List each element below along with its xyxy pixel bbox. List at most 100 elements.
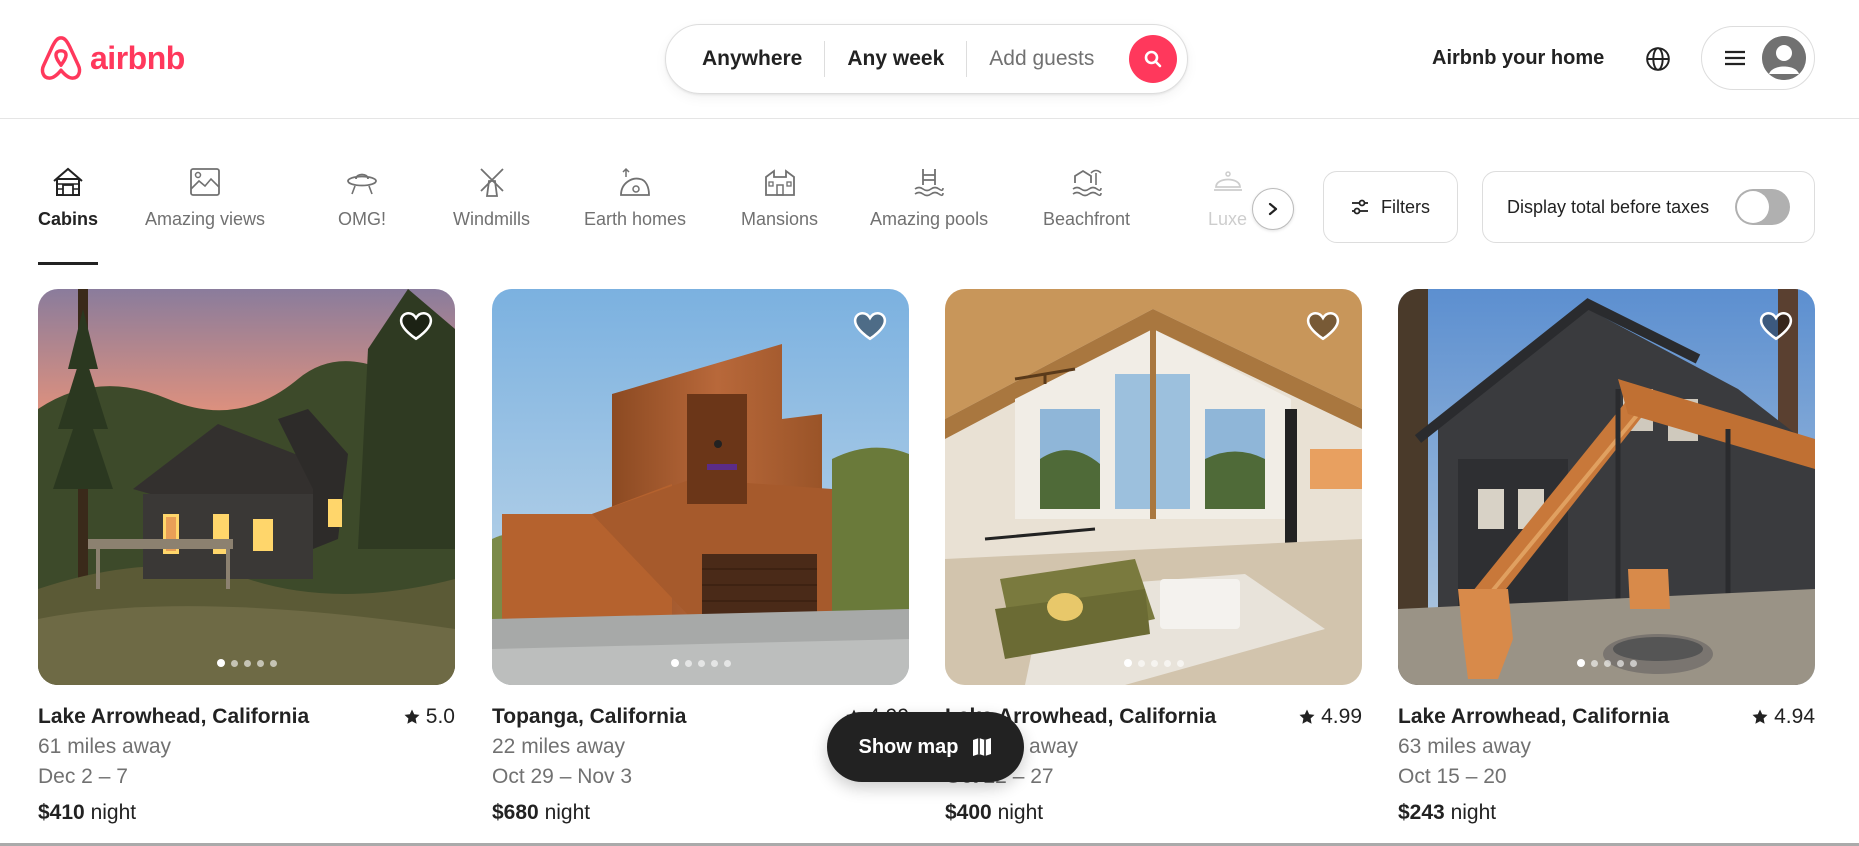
airbnb-your-home-link[interactable]: Airbnb your home: [1432, 47, 1604, 70]
photo-dots: [945, 659, 1362, 667]
search-who[interactable]: Add guests: [967, 47, 1116, 71]
airbnb-logo[interactable]: airbnb: [38, 33, 185, 83]
language-button[interactable]: [1645, 46, 1671, 77]
listing-card[interactable]: Lake Arrowhead, California 4.94 63 miles…: [1398, 289, 1815, 825]
category-cabins[interactable]: Cabins: [38, 165, 99, 265]
ufo-icon: [347, 173, 377, 195]
cabin-icon: [53, 167, 83, 196]
amazing-views-icon: [190, 168, 220, 196]
favorite-button[interactable]: [1759, 311, 1793, 341]
category-label: Amazing pools: [870, 209, 989, 229]
airbnb-logo-icon: [40, 36, 82, 80]
price-unit: night: [90, 801, 137, 824]
categories-next-button[interactable]: [1252, 188, 1294, 230]
category-label: Mansions: [741, 209, 819, 229]
category-mansions[interactable]: Mansions: [741, 165, 818, 230]
listing-rating: 4.94: [1752, 705, 1815, 729]
avatar-icon: [1762, 36, 1806, 80]
show-map-button[interactable]: Show map: [827, 712, 1024, 782]
category-omg[interactable]: OMG!: [338, 165, 386, 230]
photo-dots: [492, 659, 909, 667]
favorite-button[interactable]: [853, 311, 887, 341]
listing-dates: Dec 2 – 7: [38, 765, 128, 788]
mansion-icon: [764, 169, 795, 196]
pool-icon: [914, 169, 944, 197]
category-label: Amazing views: [145, 209, 266, 229]
favorite-button[interactable]: [1306, 311, 1340, 341]
photo-dots: [1398, 659, 1815, 667]
earth-home-icon: [620, 167, 650, 196]
category-amazing-views[interactable]: Amazing views: [145, 165, 265, 230]
price-amount: $410: [38, 801, 85, 824]
listing-price: $400 night: [945, 801, 1362, 825]
category-windmills[interactable]: Windmills: [453, 165, 530, 230]
listing-card[interactable]: Lake Arrowhead, California 5.0 61 miles …: [38, 289, 455, 825]
listing-photo[interactable]: [945, 289, 1362, 685]
sliders-icon: [1352, 199, 1368, 215]
photo-dots: [38, 659, 455, 667]
user-menu-button[interactable]: [1701, 26, 1815, 90]
listing-distance: 61 miles away: [38, 735, 172, 758]
heart-icon: [399, 311, 433, 341]
price-unit: night: [1450, 801, 1497, 824]
rating-value: 4.99: [1321, 705, 1362, 728]
star-icon: [1299, 709, 1315, 724]
brand-name: airbnb: [90, 39, 185, 76]
category-label: Earth homes: [584, 209, 687, 229]
rating-value: 5.0: [425, 705, 455, 728]
price-amount: $400: [945, 801, 992, 824]
heart-icon: [1759, 311, 1793, 341]
category-beachfront[interactable]: Beachfront: [1043, 165, 1130, 230]
listing-photo[interactable]: [38, 289, 455, 685]
listing-photo[interactable]: [492, 289, 909, 685]
search-icon: [1144, 50, 1162, 68]
listing-photo[interactable]: [1398, 289, 1815, 685]
show-map-label: Show map: [858, 735, 959, 758]
search-button[interactable]: [1129, 35, 1177, 83]
globe-icon: [1646, 47, 1670, 71]
category-label: Luxe: [1208, 209, 1248, 229]
listing-rating: 5.0: [404, 705, 455, 729]
category-luxe[interactable]: Luxe: [1208, 165, 1247, 230]
rating-value: 4.94: [1774, 705, 1815, 728]
cabin-photo: [38, 289, 455, 685]
heart-icon: [853, 311, 887, 341]
listing-dates: Oct 15 – 20: [1398, 765, 1507, 788]
star-icon: [1752, 709, 1768, 724]
listing-price: $410 night: [38, 801, 455, 825]
display-total-switch[interactable]: [1735, 189, 1790, 225]
price-amount: $243: [1398, 801, 1445, 824]
display-total-label: Display total before taxes: [1507, 196, 1710, 217]
category-amazing-pools[interactable]: Amazing pools: [870, 165, 988, 230]
category-label: OMG!: [338, 209, 386, 229]
filters-label: Filters: [1381, 196, 1430, 217]
chevron-right-icon: [1268, 202, 1278, 216]
heart-icon: [1306, 311, 1340, 341]
listing-distance: 63 miles away: [1398, 735, 1532, 758]
category-bar: Cabins Amazing views OMG! Windmills Eart…: [0, 165, 1290, 265]
avatar: [1762, 36, 1806, 80]
star-icon: [404, 709, 420, 724]
search-bar[interactable]: Anywhere Any week Add guests: [665, 24, 1188, 94]
price-unit: night: [997, 801, 1044, 824]
search-when[interactable]: Any week: [825, 47, 966, 71]
beachfront-icon: [1072, 169, 1102, 197]
search-where[interactable]: Anywhere: [666, 47, 824, 71]
interior-photo: [945, 289, 1362, 685]
category-label: Cabins: [38, 209, 99, 229]
category-earth-homes[interactable]: Earth homes: [584, 165, 686, 230]
favorite-button[interactable]: [399, 311, 433, 341]
listing-price: $680 night: [492, 801, 909, 825]
listing-location: Lake Arrowhead, California: [38, 705, 310, 728]
category-label: Beachfront: [1043, 209, 1131, 229]
hamburger-icon: [1725, 50, 1745, 66]
luxe-icon: [1213, 171, 1242, 191]
modern-house-photo: [492, 289, 909, 685]
filters-button[interactable]: Filters: [1323, 171, 1458, 243]
listing-rating: 4.99: [1299, 705, 1362, 729]
listing-price: $243 night: [1398, 801, 1815, 825]
price-unit: night: [544, 801, 591, 824]
display-total-toggle-card[interactable]: Display total before taxes: [1482, 171, 1815, 243]
top-header: airbnb Anywhere Any week Add guests Airb…: [0, 0, 1859, 119]
price-amount: $680: [492, 801, 539, 824]
